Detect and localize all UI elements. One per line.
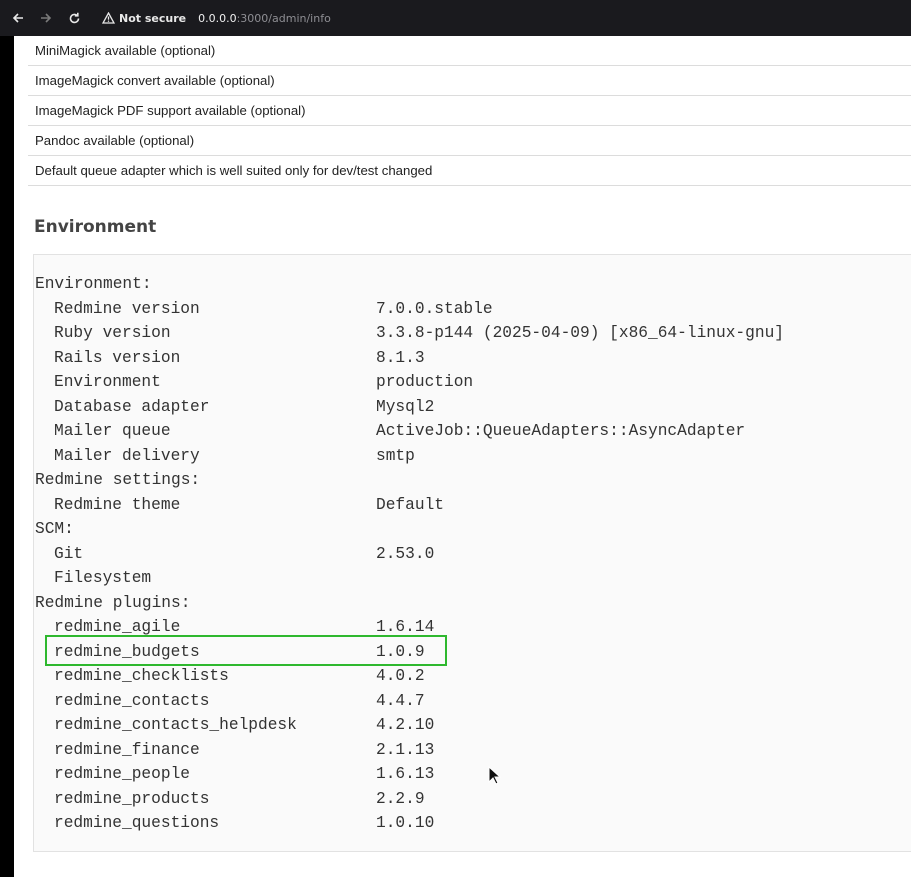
- requirement-label: ImageMagick convert available (optional): [35, 73, 275, 88]
- env-key: Rails version: [54, 348, 181, 367]
- requirement-label: MiniMagick available (optional): [35, 43, 216, 58]
- requirement-row: MiniMagick available (optional): [28, 36, 911, 66]
- security-indicator[interactable]: Not secure: [102, 12, 186, 25]
- env-line: Environment production: [35, 370, 784, 395]
- security-label: Not secure: [119, 11, 187, 25]
- requirement-label: Pandoc available (optional): [35, 133, 195, 148]
- env-line: Redmine plugins:: [35, 591, 784, 616]
- env-key: redmine_contacts_helpdesk: [54, 716, 297, 734]
- env-value: 4.4.7: [376, 691, 425, 710]
- env-key: Ruby version: [54, 324, 171, 342]
- url-path: :3000/admin/info: [236, 11, 331, 25]
- env-value: ActiveJob::QueueAdapters::AsyncAdapter: [376, 422, 746, 440]
- requirements-table: MiniMagick available (optional) ImageMag…: [28, 36, 911, 186]
- requirement-row: ImageMagick PDF support available (optio…: [28, 96, 911, 126]
- highlight-box: [45, 635, 447, 666]
- env-line: redmine_finance 2.1.13: [35, 738, 784, 763]
- url-host: 0.0.0.0: [198, 11, 237, 25]
- reload-icon[interactable]: [64, 8, 84, 28]
- env-line: Filesystem: [35, 566, 784, 591]
- env-key: Mailer delivery: [54, 446, 200, 465]
- env-line: redmine_people 1.6.13: [35, 762, 784, 787]
- env-value: 3.3.8-p144 (2025-04-09) [x86_64-linux-gn…: [376, 324, 784, 342]
- env-value: production: [376, 373, 474, 391]
- requirement-row: Default queue adapter which is well suit…: [28, 156, 911, 186]
- env-line: Ruby version 3.3.8-p144 (2025-04-09) [x86…: [35, 321, 784, 346]
- env-line: redmine_contacts 4.4.7: [35, 689, 784, 714]
- env-value: 4.0.2: [376, 667, 425, 685]
- env-key: Filesystem: [54, 569, 152, 587]
- env-key: Redmine plugins:: [35, 593, 191, 612]
- env-key: redmine_people: [54, 765, 190, 783]
- forward-arrow-icon[interactable]: [36, 8, 56, 28]
- env-key: Environment: [54, 373, 161, 391]
- env-key: Environment:: [35, 275, 152, 293]
- requirement-label: ImageMagick PDF support available (optio…: [35, 103, 306, 118]
- env-line: redmine_checklists 4.0.2: [35, 664, 784, 689]
- env-key: Redmine version: [54, 299, 200, 318]
- env-key: redmine_products: [54, 789, 210, 808]
- env-key: Redmine theme: [54, 495, 181, 514]
- env-line: Rails version 8.1.3: [35, 346, 784, 371]
- env-line: redmine_contacts_helpdesk 4.2.10: [35, 713, 784, 738]
- back-arrow-icon[interactable]: [8, 8, 28, 28]
- warning-triangle-icon: [102, 12, 115, 24]
- environment-text: Environment: Redmine version 7.0.0.stable R…: [35, 272, 784, 836]
- env-value: 1.6.13: [376, 765, 435, 783]
- env-line: Mailer delivery smtp: [35, 444, 784, 469]
- environment-box: Environment: Redmine version 7.0.0.stable R…: [33, 254, 911, 852]
- environment-heading: Environment: [34, 217, 157, 237]
- env-line: SCM:: [35, 517, 784, 542]
- env-line: Redmine version 7.0.0.stable: [35, 297, 784, 322]
- env-key: Mailer queue: [54, 422, 171, 440]
- env-value: smtp: [376, 446, 415, 465]
- env-line: Database adapter Mysql2: [35, 395, 784, 420]
- env-value: 2.53.0: [376, 544, 435, 563]
- env-key: redmine_checklists: [54, 667, 229, 685]
- env-key: SCM:: [35, 520, 74, 538]
- address-bar[interactable]: 0.0.0.0:3000/admin/info: [198, 12, 331, 25]
- requirement-label: Default queue adapter which is well suit…: [35, 163, 433, 178]
- browser-nav: [0, 8, 84, 28]
- env-value: 1.0.10: [376, 814, 435, 832]
- env-line: Git 2.53.0: [35, 542, 784, 567]
- page-content: MiniMagick available (optional) ImageMag…: [14, 36, 911, 877]
- env-value: 8.1.3: [376, 348, 425, 367]
- requirement-row: ImageMagick convert available (optional): [28, 66, 911, 96]
- mouse-pointer-icon: [488, 766, 502, 785]
- env-key: redmine_finance: [54, 740, 200, 759]
- env-line: Redmine theme Default: [35, 493, 784, 518]
- env-value: 7.0.0.stable: [376, 299, 493, 318]
- browser-toolbar: Not secure 0.0.0.0:3000/admin/info: [0, 0, 911, 36]
- env-line: Redmine settings:: [35, 468, 784, 493]
- env-key: Database adapter: [54, 397, 210, 416]
- env-key: Git: [54, 544, 84, 563]
- requirement-row: Pandoc available (optional): [28, 126, 911, 156]
- env-key: Redmine settings:: [35, 471, 201, 489]
- env-value: Default: [376, 495, 444, 514]
- env-key: redmine_questions: [54, 814, 220, 832]
- env-value: 4.2.10: [376, 716, 435, 734]
- env-line: Mailer queue ActiveJob::QueueAdapters::As…: [35, 419, 784, 444]
- env-line: redmine_questions 1.0.10: [35, 811, 784, 836]
- env-line: Environment:: [35, 272, 784, 297]
- env-value: 2.2.9: [376, 789, 425, 808]
- env-value: Mysql2: [376, 397, 435, 416]
- env-value: 2.1.13: [376, 740, 435, 759]
- env-line: redmine_products 2.2.9: [35, 787, 784, 812]
- env-key: redmine_contacts: [54, 691, 210, 710]
